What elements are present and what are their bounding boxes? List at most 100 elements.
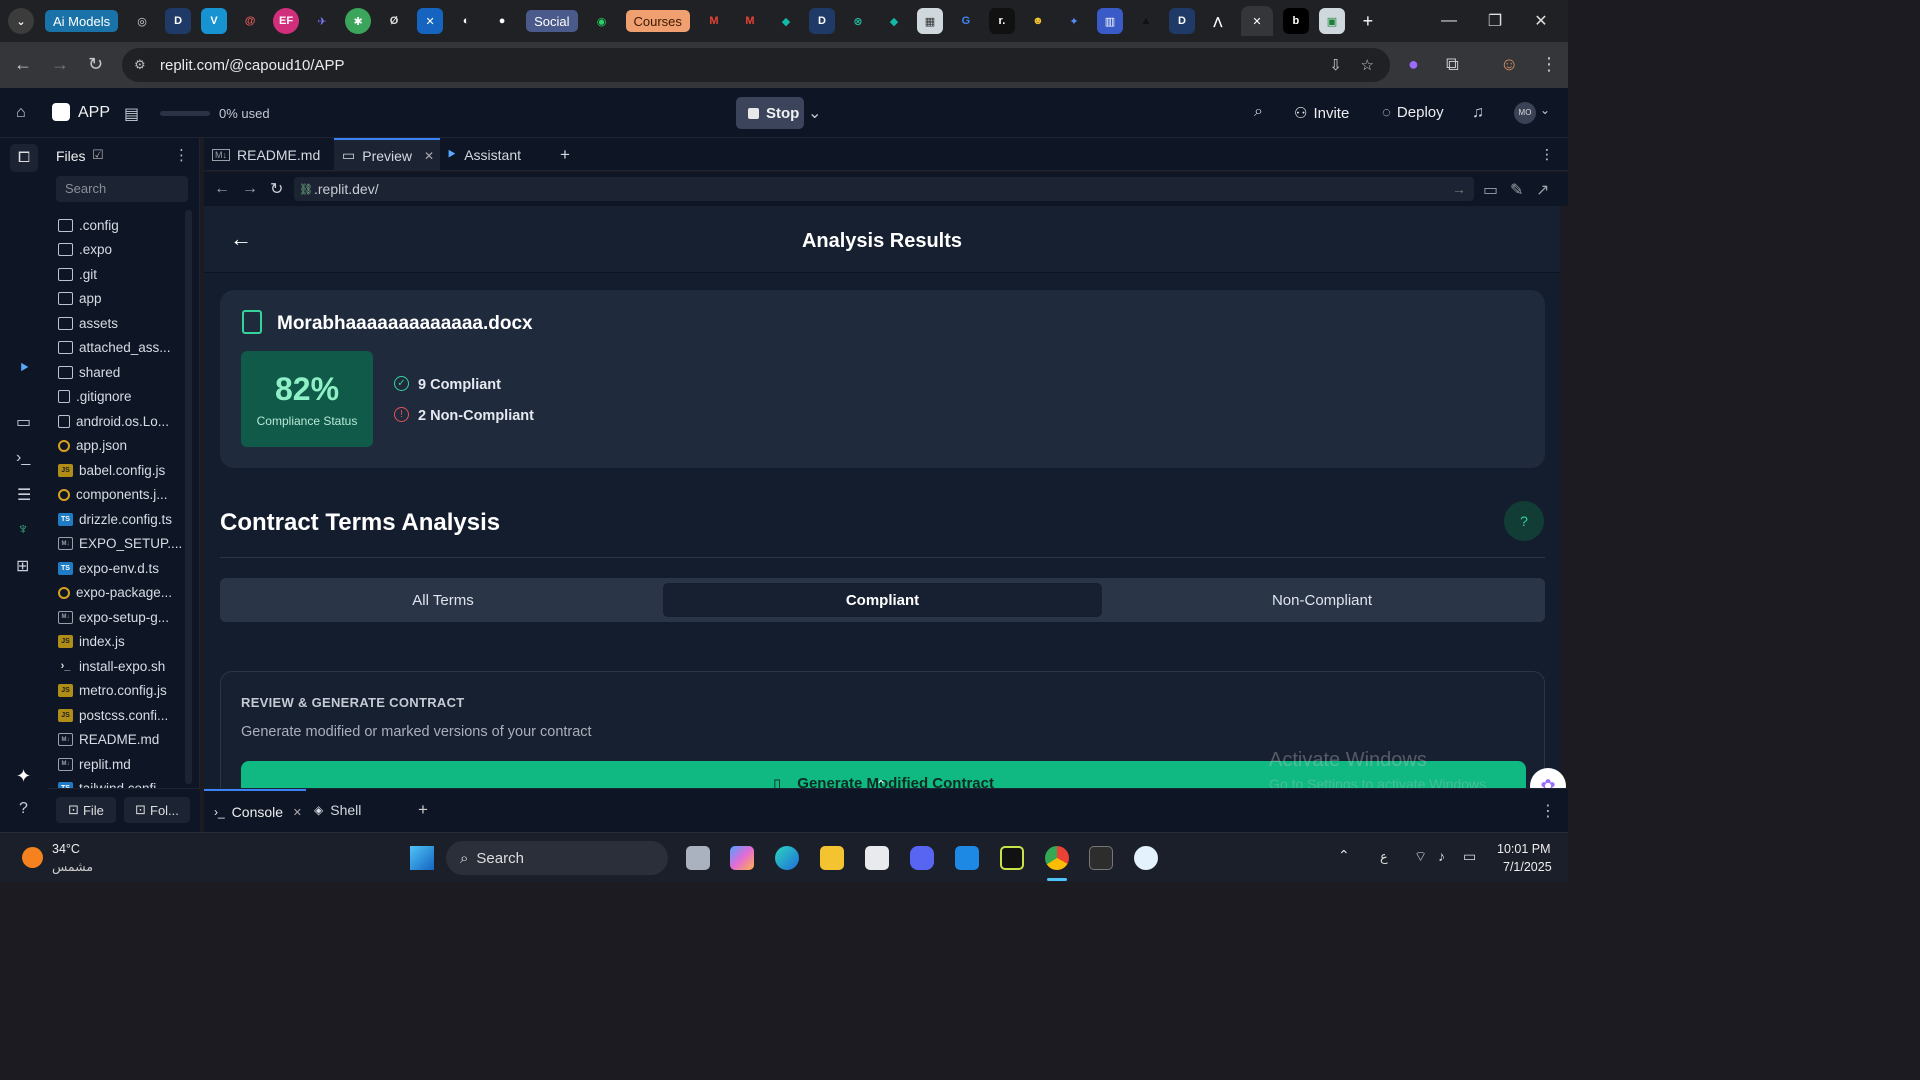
notepad-icon[interactable] <box>1134 846 1158 870</box>
tab-gmail-icon-2[interactable]: M <box>737 8 763 34</box>
open-new-window-icon[interactable]: ↗ <box>1536 180 1549 200</box>
invite-button[interactable]: ⚇ Invite <box>1294 104 1349 123</box>
windows-start-icon[interactable] <box>410 846 434 870</box>
new-tab-button[interactable]: + <box>1355 8 1381 34</box>
edge-icon[interactable] <box>775 846 799 870</box>
tab-gmail-icon[interactable]: M <box>701 8 727 34</box>
files-tool-icon[interactable]: ⧠ <box>10 144 38 172</box>
help-icon[interactable]: ? <box>19 800 28 818</box>
chrome-icon[interactable] <box>1045 846 1069 870</box>
filter-tab-all[interactable]: All Terms <box>225 583 661 617</box>
minimize-button[interactable]: — <box>1426 12 1472 30</box>
tab-preview[interactable]: ▭ Preview ✕ <box>334 138 440 171</box>
tab-sheet-icon[interactable]: ▣ <box>1318 8 1345 34</box>
file-tree-item[interactable]: ›_ install-expo.sh <box>48 654 186 679</box>
tab-d-icon-2[interactable]: D <box>808 8 835 34</box>
tab-group-social[interactable]: Social <box>526 10 578 32</box>
tab-diamond-icon[interactable]: ◆ <box>773 8 799 34</box>
tab-r-icon[interactable]: r. <box>988 8 1015 34</box>
reload-icon[interactable]: ↻ <box>88 54 103 75</box>
tab-d-icon-3[interactable]: D <box>1168 8 1195 34</box>
tab-console[interactable]: ›_ Console ✕ <box>204 789 306 833</box>
tab-triangle-icon[interactable]: ▲ <box>1133 8 1159 34</box>
file-tree-item[interactable]: M↓ README.md <box>48 728 186 753</box>
file-tree-item[interactable]: .config <box>48 213 186 238</box>
profile-avatar[interactable]: ☺ <box>1500 54 1518 75</box>
install-app-icon[interactable]: ⇩ <box>1329 56 1342 74</box>
file-tree-item[interactable]: android.os.Lo... <box>48 409 186 434</box>
copilot-taskbar-icon[interactable] <box>730 846 754 870</box>
file-list-scrollbar[interactable] <box>185 210 192 784</box>
tab-search-icon[interactable]: ⌄ <box>8 8 34 34</box>
file-tree-item[interactable]: expo-package... <box>48 581 186 606</box>
bookmark-star-icon[interactable]: ☆ <box>1361 56 1374 74</box>
tab-d-icon[interactable]: D <box>165 8 192 34</box>
keyboard-language[interactable]: ع <box>1380 849 1388 865</box>
task-view-icon[interactable] <box>686 846 710 870</box>
battery-icon[interactable]: ▭ <box>1463 848 1476 865</box>
clock-date[interactable]: 7/1/2025 <box>1503 860 1552 874</box>
active-tab-close-icon[interactable]: ✕ <box>1240 6 1273 36</box>
filter-tab-noncompliant[interactable]: Non-Compliant <box>1104 583 1540 617</box>
help-circle-icon[interactable]: ? <box>1504 501 1544 541</box>
devtools-icon[interactable]: ✎ <box>1510 180 1523 200</box>
clock-time[interactable]: 10:01 PM <box>1497 842 1551 856</box>
file-tree-item[interactable]: TS drizzle.config.ts <box>48 507 186 532</box>
deploy-button[interactable]: ◌ Deploy <box>1382 104 1444 121</box>
file-tree-item[interactable]: components.j... <box>48 483 186 508</box>
tab-github-icon[interactable]: ● <box>489 8 515 34</box>
extensions-icon[interactable]: ⧉ <box>1446 54 1459 75</box>
workspace-icon[interactable]: ▤ <box>124 104 139 124</box>
tab-replit-icon[interactable]: ⋀ <box>1205 8 1231 34</box>
assistant-tool-icon[interactable]: ⯈ <box>18 360 30 377</box>
file-tree-item[interactable]: JS postcss.confi... <box>48 703 186 728</box>
file-search-input[interactable]: Search <box>56 176 188 202</box>
add-bottom-tab-button[interactable]: + <box>418 800 428 820</box>
deploy-tool-icon[interactable]: ♆ <box>17 521 29 539</box>
tab-stats-icon[interactable]: ▥ <box>1096 8 1123 34</box>
file-tree-item[interactable]: JS babel.config.js <box>48 458 186 483</box>
tab-compass-icon[interactable]: ◐ <box>453 8 479 34</box>
file-tree-item[interactable]: M↓ expo-setup-g... <box>48 605 186 630</box>
terminal-icon[interactable] <box>1089 846 1113 870</box>
taskbar-search[interactable]: ⌕ Search <box>446 841 668 875</box>
tab-gemini-icon[interactable]: ✦ <box>1061 8 1087 34</box>
search-icon[interactable]: ⌕ <box>1254 103 1263 121</box>
copilot-extension-icon[interactable]: ● <box>1408 54 1419 75</box>
avatar-chevron-icon[interactable]: ⌄ <box>1540 103 1550 117</box>
address-bar[interactable]: ⚙ replit.com/@capoud10/APP ⇩ ☆ <box>122 48 1390 82</box>
tab-preview-close-icon[interactable]: ✕ <box>424 149 434 163</box>
tab-group-ai-models[interactable]: Ai Models <box>45 10 119 32</box>
tab-green-icon[interactable]: ✱ <box>345 8 372 34</box>
stop-button[interactable]: Stop <box>736 97 804 129</box>
tray-chevron-icon[interactable]: ⌃ <box>1338 847 1350 864</box>
discord-icon[interactable] <box>910 846 934 870</box>
ai-sparkle-icon[interactable]: ✦ <box>16 766 31 787</box>
run-menu-chevron-icon[interactable]: ⌄ <box>808 103 821 123</box>
url-go-icon[interactable]: → <box>1452 181 1466 197</box>
tab-assistant[interactable]: ⯈ Assistant <box>446 138 521 171</box>
weather-temp[interactable]: 34°C <box>52 842 80 856</box>
preview-back-icon[interactable]: ← <box>214 180 230 198</box>
add-tab-button[interactable]: + <box>560 138 570 171</box>
volume-icon[interactable]: ♪ <box>1438 848 1445 864</box>
all-tools-icon[interactable]: ⊞ <box>16 556 29 576</box>
forward-icon[interactable]: → <box>51 54 69 75</box>
tab-image-icon[interactable]: ▦ <box>916 8 943 34</box>
tab-bird-icon[interactable]: ✈ <box>309 8 335 34</box>
file-tree-item[interactable]: M↓ EXPO_SETUP.... <box>48 532 186 557</box>
close-window-button[interactable]: ✕ <box>1518 11 1564 31</box>
browser-menu-icon[interactable]: ⋮ <box>1540 54 1558 75</box>
tab-v-icon[interactable]: V <box>201 8 228 34</box>
preview-forward-icon[interactable]: → <box>242 180 258 198</box>
file-tree-item[interactable]: .expo <box>48 238 186 263</box>
vscode-icon[interactable] <box>955 846 979 870</box>
file-tree-item[interactable]: M↓ replit.md <box>48 752 186 777</box>
tab-emoji-icon[interactable]: ☻ <box>1025 8 1051 34</box>
file-tree-item[interactable]: .git <box>48 262 186 287</box>
wifi-icon[interactable]: ⌔ <box>1414 848 1427 866</box>
file-tree-item[interactable]: JS index.js <box>48 630 186 655</box>
home-icon[interactable]: ⌂ <box>16 104 26 122</box>
preview-reload-icon[interactable]: ↻ <box>270 179 283 199</box>
new-file-button[interactable]: ⊡ File <box>56 797 116 823</box>
